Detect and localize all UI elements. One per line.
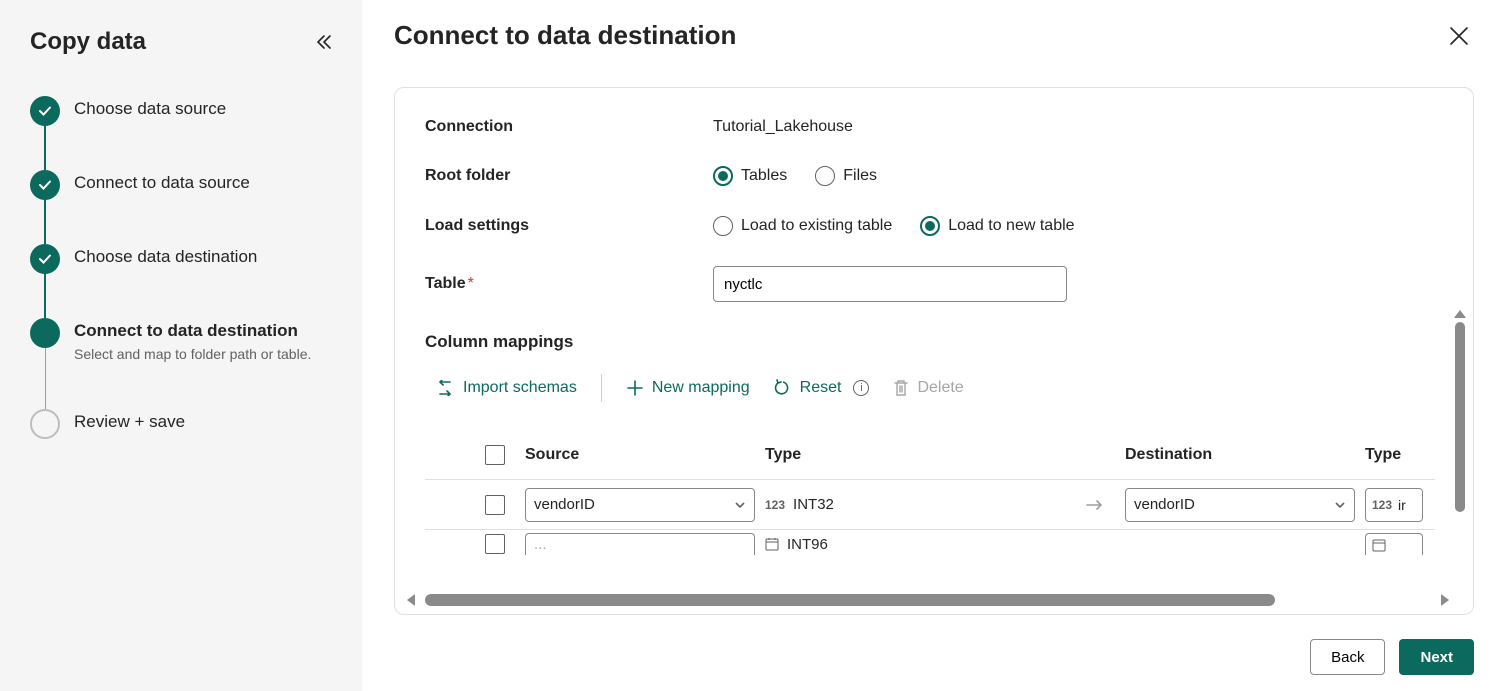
mapping-row: ... INT96 xyxy=(425,530,1435,558)
chevron-down-icon xyxy=(734,499,746,511)
step-description: Select and map to folder path or table. xyxy=(74,345,311,365)
column-mappings-title: Column mappings xyxy=(425,332,1449,352)
datetime-type-icon xyxy=(1372,538,1386,552)
number-type-icon: 123 xyxy=(1372,498,1392,512)
mappings-toolbar: Import schemas New mapping Reset i Delet… xyxy=(425,374,1449,402)
column-mappings-table: Source Type Destination Type vendorID 12… xyxy=(425,430,1435,558)
reset-icon xyxy=(774,379,792,397)
row-checkbox[interactable] xyxy=(485,534,505,554)
source-column-select[interactable]: vendorID xyxy=(525,488,755,522)
future-step-marker xyxy=(30,409,60,439)
scroll-left-icon xyxy=(407,594,415,606)
header-type: Type xyxy=(765,446,1065,464)
page-title: Connect to data destination xyxy=(394,20,736,51)
vertical-scrollbar[interactable] xyxy=(1453,310,1467,615)
root-folder-tables-option[interactable]: Tables xyxy=(713,166,787,186)
number-type-icon: 123 xyxy=(765,498,785,512)
source-column-select[interactable]: ... xyxy=(525,533,755,555)
select-all-checkbox[interactable] xyxy=(485,445,505,465)
delete-button: Delete xyxy=(893,379,963,397)
table-name-label: Table* xyxy=(425,275,713,293)
plus-icon xyxy=(626,379,644,397)
radio-unchecked-icon xyxy=(713,216,733,236)
main-panel: Connect to data destination Connection T… xyxy=(362,0,1506,691)
wizard-sidebar: Copy data Choose data source Connect to … xyxy=(0,0,362,691)
scroll-thumb[interactable] xyxy=(1455,322,1465,512)
next-button[interactable]: Next xyxy=(1399,639,1474,675)
root-folder-radio-group: Tables Files xyxy=(713,166,877,186)
load-settings-label: Load settings xyxy=(425,217,713,235)
step-label: Choose data source xyxy=(74,99,226,119)
close-button[interactable] xyxy=(1444,21,1474,51)
trash-icon xyxy=(893,379,909,397)
connection-label: Connection xyxy=(425,118,713,136)
check-icon xyxy=(30,244,60,274)
load-new-option[interactable]: Load to new table xyxy=(920,216,1074,236)
destination-type-select[interactable] xyxy=(1365,533,1423,555)
load-existing-option[interactable]: Load to existing table xyxy=(713,216,892,236)
step-connect-data-destination[interactable]: Connect to data destination Select and m… xyxy=(30,318,338,409)
datetime-type-icon xyxy=(765,537,779,551)
horizontal-scrollbar[interactable] xyxy=(407,592,1449,608)
reset-button[interactable]: Reset i xyxy=(774,379,870,397)
info-icon[interactable]: i xyxy=(853,380,869,396)
mapping-row: vendorID 123 INT32 vendorID xyxy=(425,480,1435,530)
header-desttype: Type xyxy=(1365,446,1435,464)
step-connect-data-source[interactable]: Connect to data source xyxy=(30,170,338,244)
step-label: Review + save xyxy=(74,412,185,432)
header-destination: Destination xyxy=(1125,446,1365,464)
collapse-sidebar-button[interactable] xyxy=(310,28,338,56)
wizard-steps: Choose data source Connect to data sourc… xyxy=(30,96,338,439)
check-icon xyxy=(30,170,60,200)
import-schemas-button[interactable]: Import schemas xyxy=(435,379,577,397)
check-icon xyxy=(30,96,60,126)
radio-checked-icon xyxy=(713,166,733,186)
sidebar-title: Copy data xyxy=(30,28,146,56)
scroll-right-icon xyxy=(1441,594,1449,606)
step-choose-data-source[interactable]: Choose data source xyxy=(30,96,338,170)
root-folder-label: Root folder xyxy=(425,167,713,185)
source-type-cell: 123 INT32 xyxy=(765,496,1065,513)
radio-unchecked-icon xyxy=(815,166,835,186)
chevron-down-icon xyxy=(1334,499,1346,511)
destination-type-select[interactable]: 123 ir xyxy=(1365,488,1423,522)
arrow-right-icon xyxy=(1085,498,1105,512)
step-label: Choose data destination xyxy=(74,247,257,267)
destination-column-select[interactable]: vendorID xyxy=(1125,488,1355,522)
table-header-row: Source Type Destination Type xyxy=(425,430,1435,480)
current-step-marker xyxy=(30,318,60,348)
source-type-cell: INT96 xyxy=(765,536,1065,553)
radio-checked-icon xyxy=(920,216,940,236)
import-icon xyxy=(435,380,455,396)
back-button[interactable]: Back xyxy=(1310,639,1385,675)
destination-form-card: Connection Tutorial_Lakehouse Root folde… xyxy=(394,87,1474,615)
step-choose-data-destination[interactable]: Choose data destination xyxy=(30,244,338,318)
step-review-save[interactable]: Review + save xyxy=(30,409,338,439)
step-label: Connect to data destination xyxy=(74,321,311,341)
root-folder-files-option[interactable]: Files xyxy=(815,166,877,186)
header-source: Source xyxy=(525,446,765,464)
new-mapping-button[interactable]: New mapping xyxy=(626,379,750,397)
step-label: Connect to data source xyxy=(74,173,250,193)
toolbar-divider xyxy=(601,374,602,402)
scroll-thumb[interactable] xyxy=(425,594,1275,606)
load-settings-radio-group: Load to existing table Load to new table xyxy=(713,216,1075,236)
scroll-up-icon xyxy=(1454,310,1466,318)
row-checkbox[interactable] xyxy=(485,495,505,515)
table-name-input[interactable] xyxy=(713,266,1067,302)
connection-value: Tutorial_Lakehouse xyxy=(713,118,853,136)
wizard-footer: Back Next xyxy=(394,615,1474,675)
